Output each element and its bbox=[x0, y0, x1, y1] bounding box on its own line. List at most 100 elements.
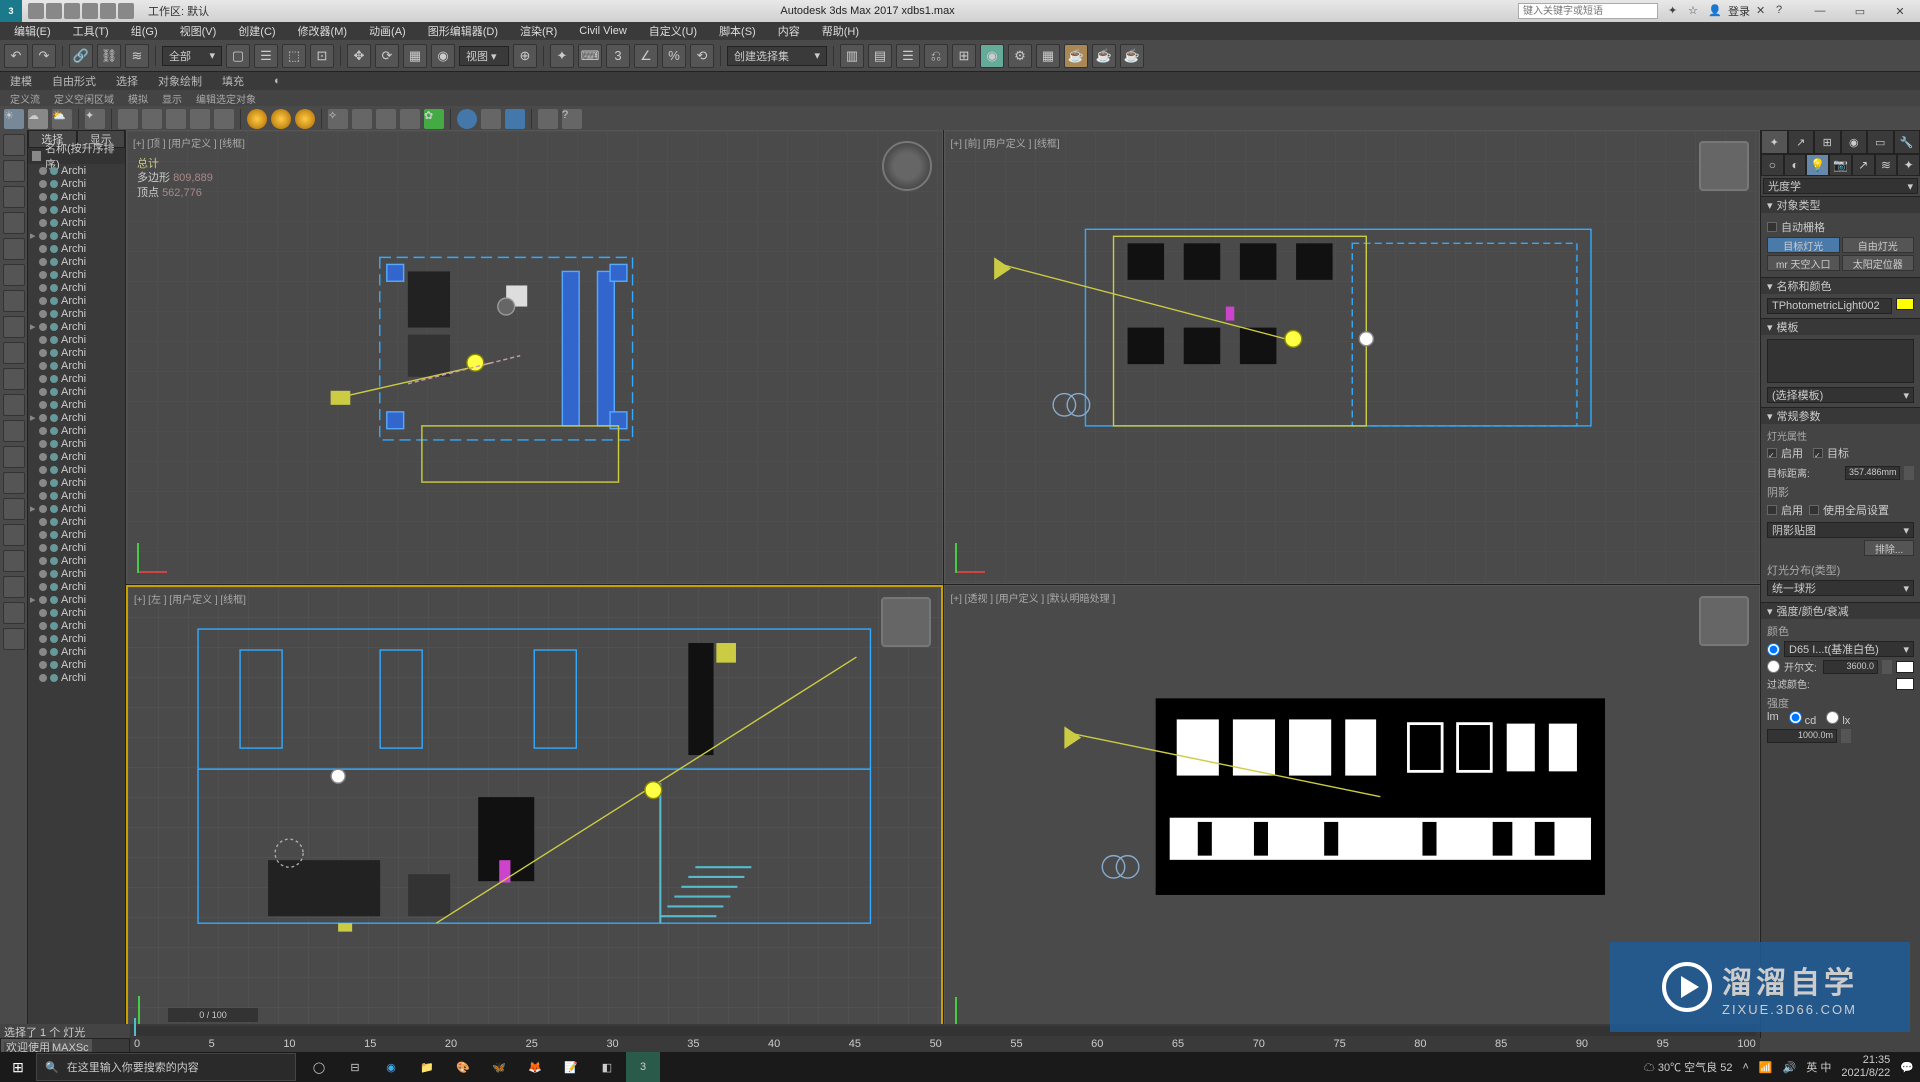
kelvin-field[interactable]: 3600.0 bbox=[1823, 660, 1878, 674]
close-button[interactable]: ✕ bbox=[1880, 0, 1920, 22]
sub-systems-icon[interactable]: ✦ bbox=[1897, 154, 1920, 176]
p2[interactable] bbox=[376, 109, 396, 129]
p1[interactable] bbox=[352, 109, 372, 129]
tab-utilities-icon[interactable]: 🔧 bbox=[1894, 130, 1920, 154]
spinner-arrows[interactable] bbox=[1882, 660, 1892, 674]
move-button[interactable]: ✥ bbox=[347, 44, 371, 68]
tab-hierarchy-icon[interactable]: ⊞ bbox=[1814, 130, 1841, 154]
list-item[interactable]: Archi bbox=[28, 632, 125, 645]
notes-icon[interactable]: 📝 bbox=[554, 1052, 588, 1082]
tab-create-icon[interactable]: ✦ bbox=[1761, 130, 1788, 154]
spinner-arrows[interactable] bbox=[1841, 729, 1851, 743]
p6[interactable] bbox=[481, 109, 501, 129]
list-item[interactable]: Archi bbox=[28, 359, 125, 372]
object-list[interactable]: ArchiArchiArchiArchiArchi▸ArchiArchiArch… bbox=[28, 164, 125, 1038]
p5[interactable] bbox=[457, 109, 477, 129]
sub-spacewarps-icon[interactable]: ≋ bbox=[1875, 154, 1898, 176]
weather-widget[interactable]: ☁ 30℃ 空气良 52 bbox=[1644, 1059, 1733, 1075]
sun3-icon[interactable] bbox=[295, 109, 315, 129]
viewport-top-label[interactable]: [+] [顶 ] [用户定义 ] [线框] bbox=[133, 135, 245, 150]
list-item[interactable]: ▸Archi bbox=[28, 593, 125, 606]
taskview-icon[interactable]: ◯ bbox=[302, 1052, 336, 1082]
list-item[interactable]: Archi bbox=[28, 580, 125, 593]
sub-shapes-icon[interactable]: ◐ bbox=[1784, 154, 1807, 176]
cd-radio[interactable] bbox=[1789, 711, 1802, 724]
shadow-type-combo[interactable]: 阴影贴图▾ bbox=[1767, 522, 1914, 538]
snap-toggle-button[interactable]: 3 bbox=[606, 44, 630, 68]
viewport-front[interactable]: [+] [前] [用户定义 ] [线框] bbox=[944, 130, 1761, 584]
lx-radio[interactable] bbox=[1826, 711, 1839, 724]
rollout-hdr-name[interactable]: 名称和颜色 bbox=[1761, 278, 1920, 294]
render-setup-button[interactable]: ⚙ bbox=[1008, 44, 1032, 68]
list-item[interactable]: Archi bbox=[28, 515, 125, 528]
menu-content[interactable]: 内容 bbox=[768, 23, 810, 39]
p4[interactable]: ✿ bbox=[424, 109, 444, 129]
viewport-front-label[interactable]: [+] [前] [用户定义 ] [线框] bbox=[951, 135, 1060, 150]
selection-filter[interactable]: 全部▾ bbox=[162, 46, 222, 66]
viewport-top[interactable]: [+] [顶 ] [用户定义 ] [线框] 总计 多边形 809,889 顶点 … bbox=[126, 130, 943, 584]
list-item[interactable]: Archi bbox=[28, 658, 125, 671]
list-item[interactable]: Archi bbox=[28, 268, 125, 281]
list-item[interactable]: Archi bbox=[28, 450, 125, 463]
lt9[interactable] bbox=[3, 342, 25, 364]
list-item[interactable]: ▸Archi bbox=[28, 411, 125, 424]
exchange-icon[interactable]: ✕ bbox=[1756, 4, 1770, 18]
user-icon[interactable]: 👤 bbox=[1708, 4, 1722, 18]
timeline-track[interactable] bbox=[134, 1026, 1756, 1036]
rollout-hdr-objtype[interactable]: 对象类型 bbox=[1761, 197, 1920, 213]
subribbon-display[interactable]: 显示 bbox=[162, 91, 182, 106]
mirror-button[interactable]: ▥ bbox=[840, 44, 864, 68]
t1[interactable] bbox=[118, 109, 138, 129]
list-item[interactable]: Archi bbox=[28, 203, 125, 216]
ribbon-tab-selection[interactable]: 选择 bbox=[116, 73, 138, 89]
sun-button[interactable]: 太阳定位器 bbox=[1842, 255, 1915, 271]
unlink-button[interactable]: ⛓ bbox=[97, 44, 121, 68]
list-item[interactable]: Archi bbox=[28, 216, 125, 229]
list-item[interactable]: Archi bbox=[28, 307, 125, 320]
redo-button[interactable]: ↷ bbox=[32, 44, 56, 68]
tab-motion-icon[interactable]: ◉ bbox=[1841, 130, 1868, 154]
object-name-field[interactable]: TPhotometricLight002 bbox=[1767, 298, 1892, 314]
open-icon[interactable] bbox=[46, 3, 62, 19]
list-item[interactable]: Archi bbox=[28, 372, 125, 385]
tab-display-icon[interactable]: ▭ bbox=[1867, 130, 1894, 154]
material-editor-button[interactable]: ◉ bbox=[980, 44, 1004, 68]
render-prod-button[interactable]: ☕ bbox=[1092, 44, 1116, 68]
list-item[interactable]: ▸Archi bbox=[28, 320, 125, 333]
ime-indicator[interactable]: 英 中 bbox=[1806, 1059, 1831, 1075]
menu-edit[interactable]: 编辑(E) bbox=[4, 23, 61, 39]
p8[interactable] bbox=[538, 109, 558, 129]
viewport-persp-label[interactable]: [+] [透视 ] [用户定义 ] [默认明暗处理 ] bbox=[951, 590, 1116, 605]
schematic-button[interactable]: ⊞ bbox=[952, 44, 976, 68]
list-item[interactable]: Archi bbox=[28, 346, 125, 359]
save-icon[interactable] bbox=[64, 3, 80, 19]
list-item[interactable]: Archi bbox=[28, 294, 125, 307]
sun2-icon[interactable] bbox=[271, 109, 291, 129]
compass-icon[interactable]: ✦ bbox=[85, 109, 105, 129]
list-item[interactable]: Archi bbox=[28, 554, 125, 567]
menu-modifiers[interactable]: 修改器(M) bbox=[288, 23, 358, 39]
lt18[interactable] bbox=[3, 576, 25, 598]
intensity-field[interactable]: 1000.0m bbox=[1767, 729, 1837, 743]
3dsmax-icon[interactable]: 3 bbox=[626, 1052, 660, 1082]
sub-cameras-icon[interactable]: 📷 bbox=[1829, 154, 1852, 176]
kelvin-radio[interactable] bbox=[1767, 660, 1780, 673]
list-item[interactable]: ▸Archi bbox=[28, 502, 125, 515]
explorer-icon[interactable]: 📁 bbox=[410, 1052, 444, 1082]
maximize-button[interactable]: ▭ bbox=[1840, 0, 1880, 22]
list-item[interactable]: Archi bbox=[28, 476, 125, 489]
ribbon-toggle-icon[interactable]: ◐ bbox=[274, 75, 281, 87]
start-button[interactable]: ⊞ bbox=[0, 1052, 36, 1082]
rotate-button[interactable]: ⟳ bbox=[375, 44, 399, 68]
list-item[interactable]: Archi bbox=[28, 424, 125, 437]
list-item[interactable]: Archi bbox=[28, 541, 125, 554]
placement-button[interactable]: ◉ bbox=[431, 44, 455, 68]
help-search-input[interactable] bbox=[1518, 3, 1658, 19]
menu-scripting[interactable]: 脚本(S) bbox=[709, 23, 766, 39]
menu-rendering[interactable]: 渲染(R) bbox=[510, 23, 567, 39]
undo-icon[interactable] bbox=[82, 3, 98, 19]
render-button[interactable]: ☕ bbox=[1064, 44, 1088, 68]
ribbon-tab-populate[interactable]: 填充 bbox=[222, 73, 244, 89]
shadow-enable-checkbox[interactable] bbox=[1767, 505, 1777, 515]
template-combo[interactable]: (选择模板)▾ bbox=[1767, 387, 1914, 403]
